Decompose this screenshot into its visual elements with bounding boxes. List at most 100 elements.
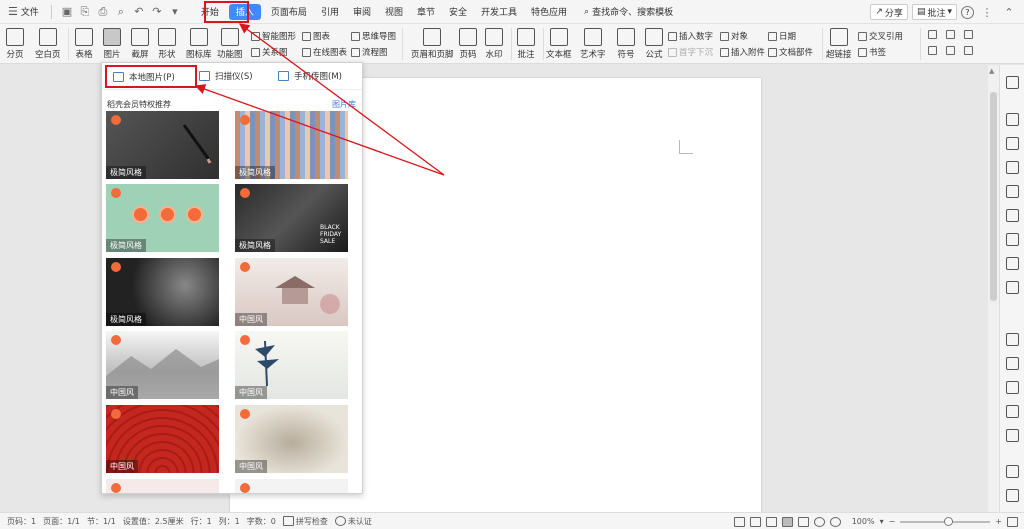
tab-references[interactable]: 引用 xyxy=(314,0,346,24)
layout-option-5[interactable] xyxy=(946,46,955,55)
wordart-button[interactable]: 艺术字 xyxy=(580,28,606,60)
comment-button[interactable]: ▤ 批注 ▾ xyxy=(911,4,957,20)
cross-ref-button[interactable]: 交叉引用 xyxy=(858,30,903,42)
share-button[interactable]: ↗ 分享 xyxy=(870,4,908,20)
bookmark-button[interactable]: 书签 xyxy=(858,46,886,58)
thumbnail-card[interactable] xyxy=(235,479,348,493)
status-word-count[interactable]: 字数：0 xyxy=(247,516,276,527)
blank-page-button[interactable]: 空白页 xyxy=(35,28,61,60)
flowchart-button[interactable]: 流程图 xyxy=(351,46,388,58)
table-grid-icon[interactable] xyxy=(1006,185,1019,198)
layout-option-3[interactable] xyxy=(964,30,973,39)
scroll-up-icon[interactable]: ▲ xyxy=(989,67,994,75)
status-column[interactable]: 列：1 xyxy=(219,516,240,527)
web-view-icon[interactable] xyxy=(813,516,825,527)
comment-insert-button[interactable]: 批注 xyxy=(517,28,535,60)
watermark-button[interactable]: 水印 xyxy=(485,28,503,60)
thumbnail-card[interactable]: 中国风 xyxy=(235,405,348,473)
online-chart-button[interactable]: 在线图表 xyxy=(302,46,347,58)
clipboard-icon[interactable] xyxy=(1006,405,1019,418)
screenshot-button[interactable]: 截屏 xyxy=(131,28,149,60)
file-menu[interactable]: ☰ 文件 xyxy=(0,0,45,24)
thumbnail-card[interactable]: 极简风格 xyxy=(106,111,219,179)
fit-page-icon[interactable] xyxy=(1007,516,1018,527)
vertical-scrollbar[interactable]: ▲ xyxy=(988,65,999,512)
panel-bottom-icon[interactable] xyxy=(1006,489,1019,502)
style-icon[interactable] xyxy=(1006,161,1019,174)
redo-icon[interactable]: ↷ xyxy=(150,5,164,19)
thumbnail-card[interactable]: 中国风 xyxy=(106,405,219,473)
doc-icon[interactable] xyxy=(1006,333,1019,346)
rotate-icon[interactable] xyxy=(1006,429,1019,442)
help-icon[interactable]: ? xyxy=(961,5,974,19)
tab-view[interactable]: 视图 xyxy=(378,0,410,24)
thumbnail-card[interactable]: 极简风格 xyxy=(106,258,219,326)
icon-library-button[interactable]: 图标库 xyxy=(186,28,212,60)
formula-button[interactable]: 公式 xyxy=(645,28,663,60)
print-icon[interactable]: ⎙ xyxy=(96,5,110,19)
shape-icon[interactable] xyxy=(1006,137,1019,150)
status-section[interactable]: 节：1/1 xyxy=(87,516,116,527)
settings-icon[interactable] xyxy=(1006,209,1019,222)
doc-parts-button[interactable]: 文档部件 xyxy=(768,46,813,58)
table-button[interactable]: 表格 xyxy=(75,28,93,60)
chart-button[interactable]: 图表 xyxy=(302,30,330,42)
thumbnail-card[interactable]: BLACK FRIDAY SALE 极简风格 xyxy=(235,184,348,252)
export-pdf-icon[interactable]: ⎘ xyxy=(78,5,92,19)
scanner-option[interactable]: 扫描仪(S) xyxy=(199,70,253,82)
dropcap-button[interactable]: 首字下沉 xyxy=(668,46,713,58)
tab-developer[interactable]: 开发工具 xyxy=(474,0,524,24)
protect-view-icon[interactable] xyxy=(749,516,761,527)
fullscreen-icon[interactable] xyxy=(733,516,745,527)
phone-transfer-option[interactable]: 手机传图(M) xyxy=(278,70,342,82)
zoom-in-icon[interactable]: + xyxy=(995,517,1002,526)
insert-number-button[interactable]: 插入数字 xyxy=(668,30,713,42)
panel-icon[interactable] xyxy=(1006,465,1019,478)
hyperlink-button[interactable]: 超链接 xyxy=(826,28,852,60)
command-search[interactable]: ⌕ 查找命令、搜索模板 xyxy=(578,0,679,24)
print-preview-icon[interactable]: ⌕ xyxy=(114,5,128,19)
thumbnail-card[interactable]: 极简风格 xyxy=(106,184,219,252)
layout-option-4[interactable] xyxy=(928,46,937,55)
textbox-button[interactable]: 文本框 xyxy=(546,28,572,60)
tab-security[interactable]: 安全 xyxy=(442,0,474,24)
picture-library-link[interactable]: 图片库 xyxy=(332,99,356,110)
outline-view-icon[interactable] xyxy=(797,516,809,527)
status-setting[interactable]: 设置值：2.5厘米 xyxy=(123,516,184,527)
object-button[interactable]: 对象 xyxy=(720,30,748,42)
status-row[interactable]: 行：1 xyxy=(191,516,212,527)
layout-panel-icon[interactable] xyxy=(1006,257,1019,270)
symbol-button[interactable]: 符号 xyxy=(617,28,635,60)
history-icon[interactable] xyxy=(1006,381,1019,394)
chevron-down-icon[interactable]: ▾ xyxy=(880,517,884,526)
collapse-ribbon-icon[interactable]: ⌃ xyxy=(1002,5,1016,19)
auth-status[interactable]: 未认证 xyxy=(334,516,372,527)
relation-chart-button[interactable]: 关系图 xyxy=(251,46,288,58)
thumbnail-card[interactable]: 中国风 xyxy=(235,258,348,326)
tab-section[interactable]: 章节 xyxy=(410,0,442,24)
save-icon[interactable]: ▣ xyxy=(60,5,74,19)
status-pages[interactable]: 页面：1/1 xyxy=(43,516,80,527)
status-page-number[interactable]: 页码：1 xyxy=(7,516,36,527)
eye-icon[interactable] xyxy=(829,516,841,527)
edit-icon[interactable] xyxy=(765,516,777,527)
tab-page-layout[interactable]: 页面布局 xyxy=(264,0,314,24)
help-panel-icon[interactable] xyxy=(1006,357,1019,370)
layout-option-2[interactable] xyxy=(946,30,955,39)
zoom-level[interactable]: 100% xyxy=(852,517,875,526)
header-footer-button[interactable]: 页眉和页脚 xyxy=(411,28,454,60)
date-button[interactable]: 日期 xyxy=(768,30,796,42)
scroll-thumb[interactable] xyxy=(990,92,997,301)
page-view-icon[interactable] xyxy=(781,516,793,527)
mindmap-button[interactable]: 思维导图 xyxy=(351,30,396,42)
zoom-slider-knob[interactable] xyxy=(944,516,954,526)
zoom-slider[interactable] xyxy=(900,516,991,526)
thumbnail-card[interactable]: 极简风格 xyxy=(235,111,348,179)
thumbnail-card[interactable]: 中国风 xyxy=(106,331,219,399)
function-chart-button[interactable]: 功能图 xyxy=(217,28,243,60)
thumbnail-card[interactable] xyxy=(106,479,219,493)
smart-shape-button[interactable]: 智能图形 xyxy=(251,30,296,42)
pointer-icon[interactable] xyxy=(1006,113,1019,126)
page-number-button[interactable]: 页码 xyxy=(459,28,477,60)
share-panel-icon[interactable] xyxy=(1006,281,1019,294)
